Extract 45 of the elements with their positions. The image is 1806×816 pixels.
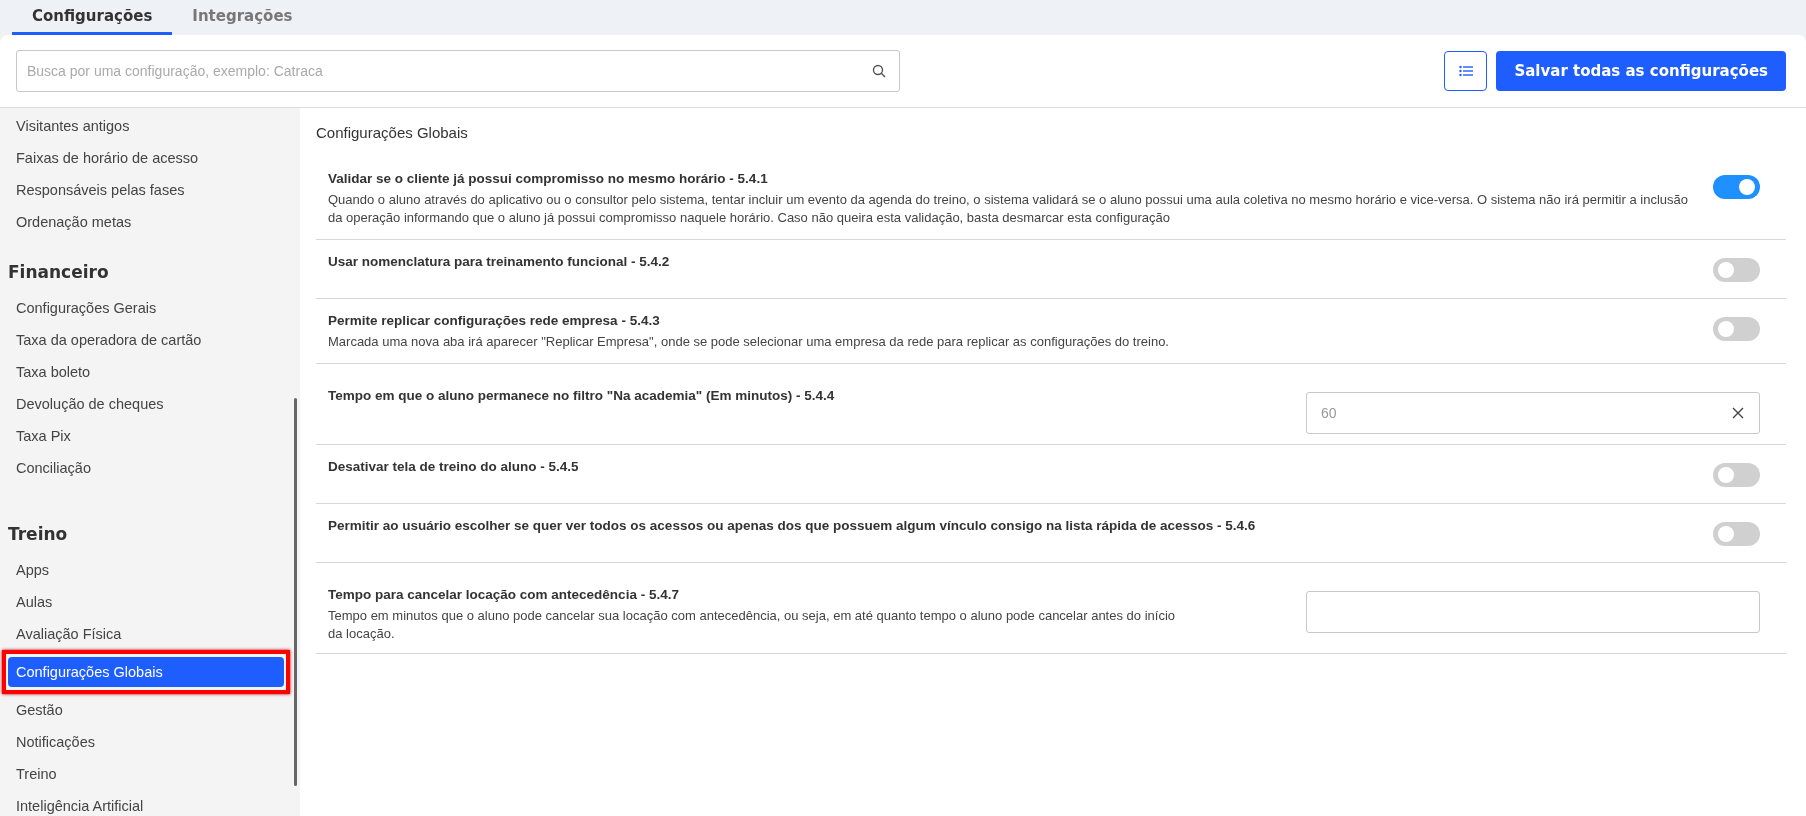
setting-description: Marcada uma nova aba irá aparecer "Replicar Empresa", onde se pode selecionar uma empresa da rede para replicar as configurações do treino. — [328, 333, 1170, 351]
setting-title: Tempo em que o aluno permanece no filtro "Na academia" (Em minutos) - 5.4.4 — [328, 387, 836, 405]
setting-title: Validar se o cliente já possui compromisso no mesmo horário - 5.4.1 — [328, 170, 769, 188]
search-field[interactable]: Busca por uma configuração, exemplo: Catraca — [16, 50, 900, 92]
search-icon — [872, 64, 886, 78]
sidebar-item[interactable]: Avaliação Física — [0, 618, 300, 650]
toggle-switch[interactable] — [1713, 175, 1760, 199]
clear-icon[interactable] — [1732, 407, 1744, 419]
list-icon — [1458, 65, 1473, 77]
setting-title: Usar nomenclatura para treinamento funcional - 5.4.2 — [328, 253, 671, 271]
sidebar-item[interactable]: Treino — [0, 758, 300, 790]
toggle-switch[interactable] — [1713, 522, 1760, 546]
sidebar-item[interactable]: Devolução de cheques — [0, 388, 300, 420]
sidebar-item[interactable]: Configurações Gerais — [0, 292, 300, 324]
scrollbar[interactable] — [294, 398, 297, 786]
save-button[interactable]: Salvar todas as configurações — [1496, 51, 1786, 91]
sidebar-item[interactable]: Gestão — [0, 694, 300, 726]
toggle-switch[interactable] — [1713, 463, 1760, 487]
list-view-button[interactable] — [1444, 51, 1488, 91]
setting-description: Quando o aluno através do aplicativo ou o consultor pelo sistema, tentar incluir um evento da agenda do treino, o sistema validará se o aluno possui uma aula coletiva no mesmo horário e vice-versa. O sistema não irá permitir a inclusão da operação informando que o aluno já possui compromisso naquele horário. Caso não queira esta validação, basta desmarcar esta configuração — [328, 191, 1689, 227]
setting-title: Tempo para cancelar locação com antecedência - 5.4.7 — [328, 586, 680, 604]
sidebar-item[interactable]: Ordenação metas — [0, 206, 300, 238]
sidebar-item[interactable]: Notificações — [0, 726, 300, 758]
sidebar-item[interactable]: Taxa boleto — [0, 356, 300, 388]
toggle-switch[interactable] — [1713, 317, 1760, 341]
sidebar-item[interactable]: Taxa Pix — [0, 420, 300, 452]
setting-title: Desativar tela de treino do aluno - 5.4.5 — [328, 458, 580, 476]
sidebar-item[interactable]: Apps — [0, 554, 300, 586]
sidebar-item[interactable]: Configurações Globais — [8, 657, 284, 687]
sidebar-item[interactable]: Visitantes antigos — [0, 110, 300, 142]
setting-title: Permite replicar configurações rede empresa - 5.4.3 — [328, 312, 661, 330]
sidebar-item[interactable]: Aulas — [0, 586, 300, 618]
sidebar-item[interactable]: Taxa da operadora de cartão — [0, 324, 300, 356]
sidebar-item[interactable]: Responsáveis pelas fases — [0, 174, 300, 206]
sidebar-item[interactable]: Faixas de horário de acesso — [0, 142, 300, 174]
sidebar-section-title: Financeiro — [7, 261, 110, 284]
setting-description: Tempo em minutos que o aluno pode cancelar sua locação com antecedência, ou seja, em até quanto tempo o aluno pode cancelar antes do início da locação. — [328, 607, 1176, 643]
sidebar-section-title: Treino — [7, 523, 69, 546]
section-title: Configurações Globais — [316, 123, 469, 143]
setting-title: Permitir ao usuário escolher se quer ver todos os acessos ou apenas dos que possuem algum vínculo consigo na lista rápida de acessos - 5.4.6 — [328, 517, 1257, 535]
sidebar-item[interactable]: Inteligência Artificial — [0, 790, 300, 816]
input-field[interactable] — [1306, 591, 1760, 633]
sidebar-item[interactable]: Conciliação — [0, 452, 300, 484]
toggle-switch[interactable] — [1713, 258, 1760, 282]
tab[interactable]: Integrações — [172, 0, 313, 35]
